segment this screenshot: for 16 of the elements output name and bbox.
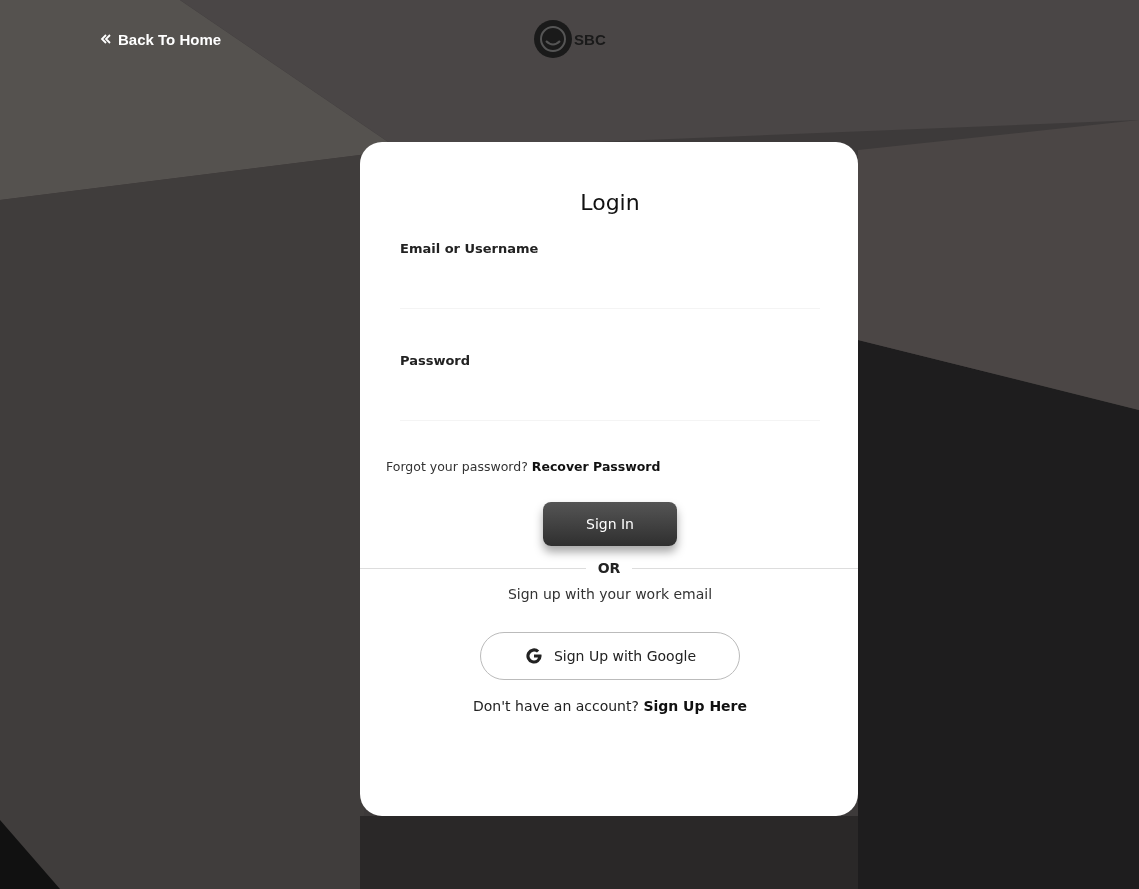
forgot-password-text: Forgot your password? Recover Password [386, 459, 661, 474]
back-to-home-link[interactable]: Back To Home [100, 30, 222, 48]
logo-icon [533, 19, 574, 59]
field-label: Password [400, 353, 471, 368]
signup-hint: Sign up with your work email [507, 586, 713, 602]
login-title: Login [580, 190, 640, 215]
sign-in-button[interactable]: Sign In [543, 502, 677, 546]
sign-up-here-link[interactable]: Sign Up Here [643, 698, 747, 714]
background-shape [0, 820, 60, 889]
no-account-text: Don't have an account? Sign Up Here [473, 698, 747, 714]
google-icon [523, 646, 544, 666]
back-chevron-icon [100, 33, 112, 45]
google-signup-button[interactable]: Sign Up with Google [480, 632, 740, 680]
field-label: Email or Username [400, 241, 539, 256]
recover-password-link[interactable]: Recover Password [531, 459, 661, 474]
or-divider-text: OR [596, 560, 622, 576]
